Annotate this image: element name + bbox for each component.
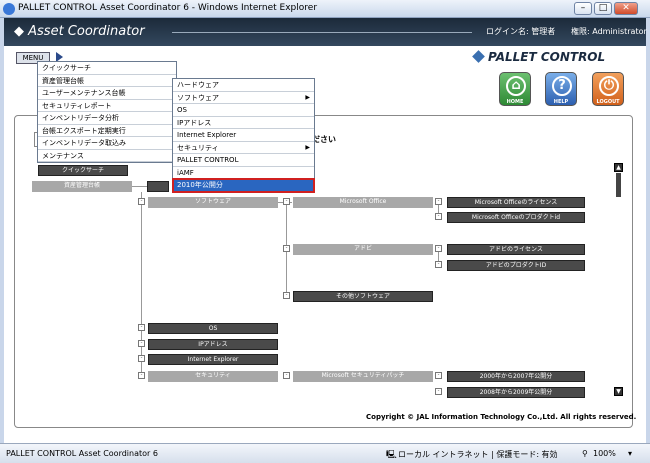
tree-hardware[interactable] [147, 181, 169, 192]
toggle-icon[interactable]: - [138, 355, 145, 362]
role-label: 権限: Administrator [571, 27, 647, 36]
copyright: Copyright © JAL Information Technology C… [366, 413, 637, 421]
maximize-button[interactable]: □ [594, 2, 612, 15]
toggle-icon[interactable]: - [435, 372, 442, 379]
logout-button[interactable]: ⏻ LOGOUT [592, 72, 624, 106]
toggle-icon[interactable]: - [283, 292, 290, 299]
tree-software[interactable]: ソフトウェア [148, 197, 278, 208]
tree-adobe[interactable]: アドビ [293, 244, 433, 255]
submenu-item[interactable]: iAMF [173, 167, 314, 179]
toggle-icon[interactable]: - [138, 372, 145, 379]
submenu-item[interactable]: セキュリティ ▶ [173, 142, 314, 154]
sub-menu-dropdown: ハードウェア ソフトウェア ▶ OS IPアドレス Internet Explor… [172, 78, 315, 193]
app-logo: ◆ Asset Coordinator [14, 24, 145, 39]
scrollbar[interactable]: ▲ ▼ [614, 163, 624, 399]
help-button[interactable]: ? HELP [545, 72, 577, 106]
status-text: PALLET CONTROL Asset Coordinator 6 [6, 449, 158, 458]
tree-2000-2007[interactable]: 2000年から2007年公開分 [447, 371, 585, 382]
close-button[interactable]: ✕ [614, 2, 638, 15]
toggle-icon[interactable]: - [283, 245, 290, 252]
menu-item[interactable]: インベントリデータ分析 [38, 112, 176, 125]
divider [172, 32, 472, 33]
toggle-icon[interactable]: - [138, 340, 145, 347]
zoom-dropdown-icon[interactable]: ▾ [628, 449, 632, 458]
toggle-icon[interactable]: - [435, 245, 442, 252]
app-header: ◆ Asset Coordinator ログイン名: 管理者 権限: Admin… [4, 18, 647, 46]
toggle-icon[interactable]: - [435, 198, 442, 205]
brand-logo: PALLET CONTROL [488, 50, 606, 64]
help-label: HELP [553, 99, 569, 105]
tree-ip[interactable]: IPアドレス [148, 339, 278, 350]
submenu-item[interactable]: OS [173, 104, 314, 117]
minimize-button[interactable]: – [574, 2, 592, 15]
main-menu-dropdown: クイックサーチ 資産管理台帳 ユーザーメンテナンス台帳 セキュリティレポート イ… [37, 61, 177, 163]
menu-item[interactable]: インベントリデータ取込み [38, 137, 176, 150]
submenu-item-2010[interactable]: 2010年公開分 [172, 178, 315, 193]
home-label: HOME [506, 99, 524, 105]
zone-icon: 🖳 [386, 450, 397, 459]
ie-icon [3, 3, 15, 15]
scroll-down-icon[interactable]: ▼ [614, 387, 623, 396]
toggle-icon[interactable]: - [138, 198, 145, 205]
toggle-icon[interactable]: - [283, 372, 290, 379]
logout-label: LOGOUT [596, 99, 620, 105]
tree-ms-office[interactable]: Microsoft Office [293, 197, 433, 208]
submenu-arrow-icon: ▶ [305, 143, 310, 151]
tree-adobe-product[interactable]: アドビのプロダクトID [447, 260, 585, 271]
tree-ms-license[interactable]: Microsoft Officeのライセンス [447, 197, 585, 208]
tree-line [132, 186, 148, 187]
menu-item[interactable]: 台帳エクスポート定期実行 [38, 125, 176, 137]
toggle-icon[interactable]: - [138, 324, 145, 331]
menu-item[interactable]: メンテナンス [38, 150, 176, 162]
submenu-item[interactable]: ハードウェア [173, 79, 314, 92]
window-titlebar: PALLET CONTROL Asset Coordinator 6 - Win… [0, 0, 650, 18]
tree-asset-ledger[interactable]: 資産管理台帳 [32, 181, 132, 192]
tree-quick-search[interactable]: クイックサーチ [38, 165, 128, 176]
toggle-icon[interactable]: - [435, 388, 442, 395]
menu-item[interactable]: セキュリティレポート [38, 100, 176, 112]
submenu-item[interactable]: PALLET CONTROL [173, 154, 314, 167]
help-icon: ? [552, 76, 572, 96]
toggle-icon[interactable]: - [283, 198, 290, 205]
tree-ie[interactable]: Internet Explorer [148, 354, 278, 365]
home-button[interactable]: ⌂ HOME [499, 72, 531, 106]
menu-item[interactable]: 資産管理台帳 [38, 75, 176, 87]
zoom-level[interactable]: 100% [593, 449, 616, 458]
tree-2008-2009[interactable]: 2008年から2009年公開分 [447, 387, 585, 398]
tree-adobe-license[interactable]: アドビのライセンス [447, 244, 585, 255]
tree-ms-product[interactable]: Microsoft Officeのプロダクトid [447, 212, 585, 223]
submenu-arrow-icon: ▶ [305, 93, 310, 101]
tree-os[interactable]: OS [148, 323, 278, 334]
submenu-item[interactable]: ソフトウェア ▶ [173, 92, 314, 104]
zone-status: ローカル イントラネット | 保護モード: 有効 [398, 450, 558, 459]
menu-item[interactable]: クイックサーチ [38, 62, 176, 75]
login-name: ログイン名: 管理者 [486, 27, 556, 36]
tree-line [141, 192, 142, 375]
tree-ms-patch[interactable]: Microsoft セキュリティパッチ [293, 371, 433, 382]
tree-other-software[interactable]: その他ソフトウェア [293, 291, 433, 302]
scroll-thumb[interactable] [616, 173, 621, 197]
tree-security[interactable]: セキュリティ [148, 371, 278, 382]
submenu-item[interactable]: IPアドレス [173, 117, 314, 129]
logout-icon: ⏻ [599, 76, 619, 96]
toggle-icon[interactable]: - [435, 213, 442, 220]
status-bar: PALLET CONTROL Asset Coordinator 6 🖳 ローカ… [0, 443, 650, 463]
window-title: PALLET CONTROL Asset Coordinator 6 - Win… [18, 3, 318, 13]
home-icon: ⌂ [506, 76, 526, 96]
submenu-item[interactable]: Internet Explorer [173, 129, 314, 142]
scroll-up-icon[interactable]: ▲ [614, 163, 623, 172]
zoom-icon[interactable]: ⚲ [582, 449, 588, 458]
menu-item[interactable]: ユーザーメンテナンス台帳 [38, 87, 176, 100]
instruction-text: ださい [312, 135, 336, 144]
toggle-icon[interactable]: - [435, 261, 442, 268]
